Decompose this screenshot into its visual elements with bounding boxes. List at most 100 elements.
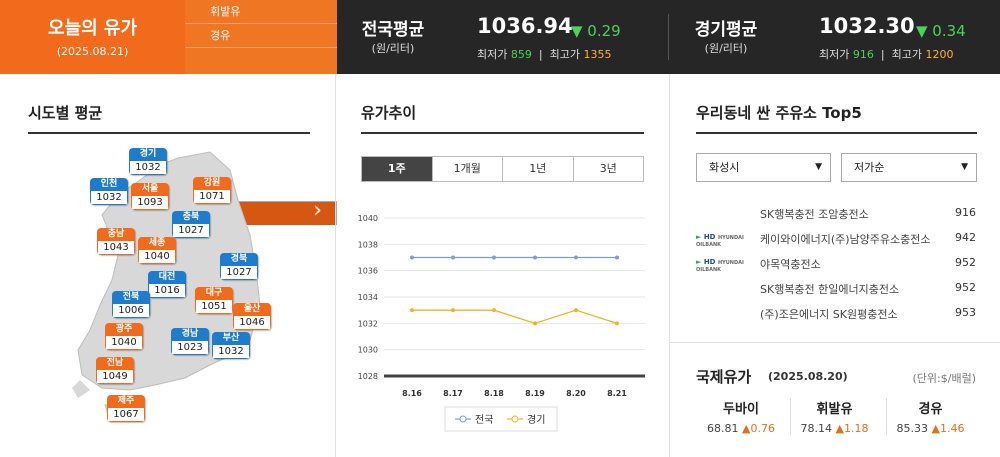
fuel-tab-gasoline[interactable]: 휘발유 bbox=[185, 0, 337, 24]
sort-select-value: 저가순 bbox=[854, 161, 885, 174]
x-tick-label: 8.19 bbox=[525, 389, 545, 398]
x-tick-label: 8.21 bbox=[607, 389, 627, 398]
region-name: 울산 bbox=[233, 303, 271, 316]
min-label: 최저가 bbox=[819, 48, 850, 61]
data-point bbox=[410, 255, 414, 260]
tab-1year[interactable]: 1년 bbox=[502, 157, 573, 181]
data-point bbox=[410, 308, 414, 313]
region-tag[interactable]: 울산 1046 bbox=[233, 303, 271, 330]
station-row[interactable]: ► HD HYUNDAI OILBANK 케이와이에너지(주)남양주유소충전소 942 bbox=[696, 227, 976, 252]
region-value: 1051 bbox=[195, 300, 233, 314]
intl-item-value: 78.14 ▲1.18 bbox=[791, 422, 878, 435]
tab-1month[interactable]: 1개월 bbox=[431, 157, 503, 181]
intl-item-name: 경유 bbox=[918, 402, 943, 417]
trend-chart: 1028 1030 1032 1034 1036 1038 1040 8.16 8.17 8.18… bbox=[358, 214, 645, 432]
region-tag[interactable]: 충북 1027 bbox=[172, 211, 210, 238]
region-name: 경기 bbox=[129, 148, 167, 161]
station-row[interactable]: SK행복충전 조암충전소 916 bbox=[696, 202, 976, 227]
section-divider bbox=[669, 342, 1000, 343]
intl-item-name: 휘발유 bbox=[816, 402, 853, 417]
intl-change: ▲1.46 bbox=[931, 422, 965, 435]
region-tag[interactable]: 인천 1032 bbox=[90, 178, 128, 205]
region-tag[interactable]: 제주 1067 bbox=[107, 395, 145, 422]
station-row[interactable]: ► HD HYUNDAI OILBANK 야목역충전소 952 bbox=[696, 252, 976, 277]
intl-item-value: 85.33 ▲1.46 bbox=[887, 422, 974, 435]
intl-item-value: 68.81 ▲0.76 bbox=[697, 422, 785, 435]
region-tag[interactable]: 전남 1049 bbox=[96, 357, 134, 384]
region-value: 1027 bbox=[220, 266, 258, 280]
intl-value: 68.81 bbox=[707, 422, 739, 435]
region-tag[interactable]: 서울 1093 bbox=[131, 183, 169, 210]
data-point bbox=[492, 308, 496, 313]
national-average: 전국평균 (원/리터) 1036.94 ▼ 0.29 최저가 859 | 최고가… bbox=[353, 0, 653, 74]
gyeonggi-change: ▼ 0.34 bbox=[916, 22, 966, 40]
region-tag[interactable]: 경남 1023 bbox=[171, 328, 209, 355]
tab-1week[interactable]: 1주 bbox=[362, 157, 432, 181]
intl-item-diesel: 경유 85.33 ▲1.46 bbox=[886, 398, 974, 435]
region-tag[interactable]: 광주 1040 bbox=[105, 323, 143, 350]
national-max: 1355 bbox=[583, 48, 612, 61]
station-name: (주)조은에너지 SK원평충전소 bbox=[760, 308, 898, 321]
region-name: 인천 bbox=[90, 178, 128, 191]
max-label: 최고가 bbox=[549, 48, 580, 61]
region-name: 제주 bbox=[107, 395, 145, 408]
region-name: 서울 bbox=[131, 183, 169, 196]
y-tick-label: 1036 bbox=[358, 267, 378, 276]
region-name: 경남 bbox=[171, 328, 209, 341]
city-select-value: 화성시 bbox=[709, 161, 740, 174]
region-tag[interactable]: 경기 1032 bbox=[129, 148, 167, 175]
series-line bbox=[412, 309, 618, 325]
hd-oilbank-logo: ► HD HYUNDAI OILBANK bbox=[696, 258, 744, 274]
gyeonggi-unit: (원/리터) bbox=[704, 42, 748, 55]
city-select[interactable]: 화성시 ▼ bbox=[696, 153, 831, 182]
region-tag[interactable]: 부산 1032 bbox=[212, 332, 250, 359]
national-min: 859 bbox=[510, 48, 532, 61]
fuel-tab-diesel[interactable]: 경유 bbox=[185, 24, 337, 48]
region-name: 세종 bbox=[138, 237, 176, 250]
international-title: 국제유가 bbox=[696, 368, 752, 386]
data-point bbox=[615, 321, 619, 326]
region-tag[interactable]: 충남 1043 bbox=[97, 228, 135, 255]
y-tick-label: 1034 bbox=[358, 293, 378, 302]
station-price: 952 bbox=[955, 256, 976, 269]
x-tick-label: 8.16 bbox=[402, 389, 422, 398]
gyeonggi-min-max: 최저가 916 | 최고가 1200 bbox=[819, 48, 954, 61]
station-price: 916 bbox=[955, 206, 976, 219]
cheapest-title-underline bbox=[696, 132, 977, 134]
region-value: 1023 bbox=[171, 341, 209, 355]
legend-marker bbox=[459, 415, 467, 423]
fuel-type-tabs: 휘발유 경유 LPG bbox=[185, 0, 337, 225]
sort-select[interactable]: 저가순 ▼ bbox=[841, 153, 977, 182]
region-value: 1049 bbox=[96, 370, 134, 384]
x-tick-label: 8.17 bbox=[443, 389, 463, 398]
region-value: 1006 bbox=[112, 304, 150, 318]
region-tag[interactable]: 강원 1071 bbox=[193, 177, 231, 204]
legend-label: 전국 bbox=[475, 414, 493, 426]
hd-oilbank-logo: ► HD HYUNDAI OILBANK bbox=[696, 233, 744, 249]
gyeonggi-price: 1032.30 bbox=[819, 14, 915, 38]
data-point bbox=[615, 255, 619, 260]
region-name: 광주 bbox=[105, 323, 143, 336]
station-row[interactable]: SK행복충전 한일에너지충전소 952 bbox=[696, 277, 976, 302]
station-row[interactable]: (주)조은에너지 SK원평충전소 953 bbox=[696, 302, 976, 327]
region-tag[interactable]: 대구 1051 bbox=[195, 287, 233, 314]
region-tag[interactable]: 경북 1027 bbox=[220, 253, 258, 280]
region-value: 1040 bbox=[105, 336, 143, 350]
region-tag[interactable]: 전북 1006 bbox=[112, 291, 150, 318]
region-tag[interactable]: 세종 1040 bbox=[138, 237, 176, 264]
regions-title-underline bbox=[28, 132, 310, 134]
station-name: 케이와이에너지(주)남양주유소충전소 bbox=[760, 233, 931, 246]
region-value: 1032 bbox=[212, 345, 250, 359]
region-name: 충북 bbox=[172, 211, 210, 224]
national-change: ▼ 0.29 bbox=[571, 22, 621, 40]
y-tick-label: 1030 bbox=[358, 346, 378, 355]
y-tick-label: 1038 bbox=[358, 240, 378, 249]
max-label: 최고가 bbox=[891, 48, 922, 61]
region-name: 충남 bbox=[97, 228, 135, 241]
tab-3year[interactable]: 3년 bbox=[572, 157, 644, 181]
period-tabs: 1주 1개월 1년 3년 bbox=[361, 156, 644, 182]
region-name: 강원 bbox=[193, 177, 231, 190]
cheapest-title: 우리동네 싼 주유소 Top5 bbox=[696, 104, 862, 122]
region-tag[interactable]: 대전 1016 bbox=[148, 271, 186, 298]
trend-title: 유가추이 bbox=[361, 104, 417, 122]
